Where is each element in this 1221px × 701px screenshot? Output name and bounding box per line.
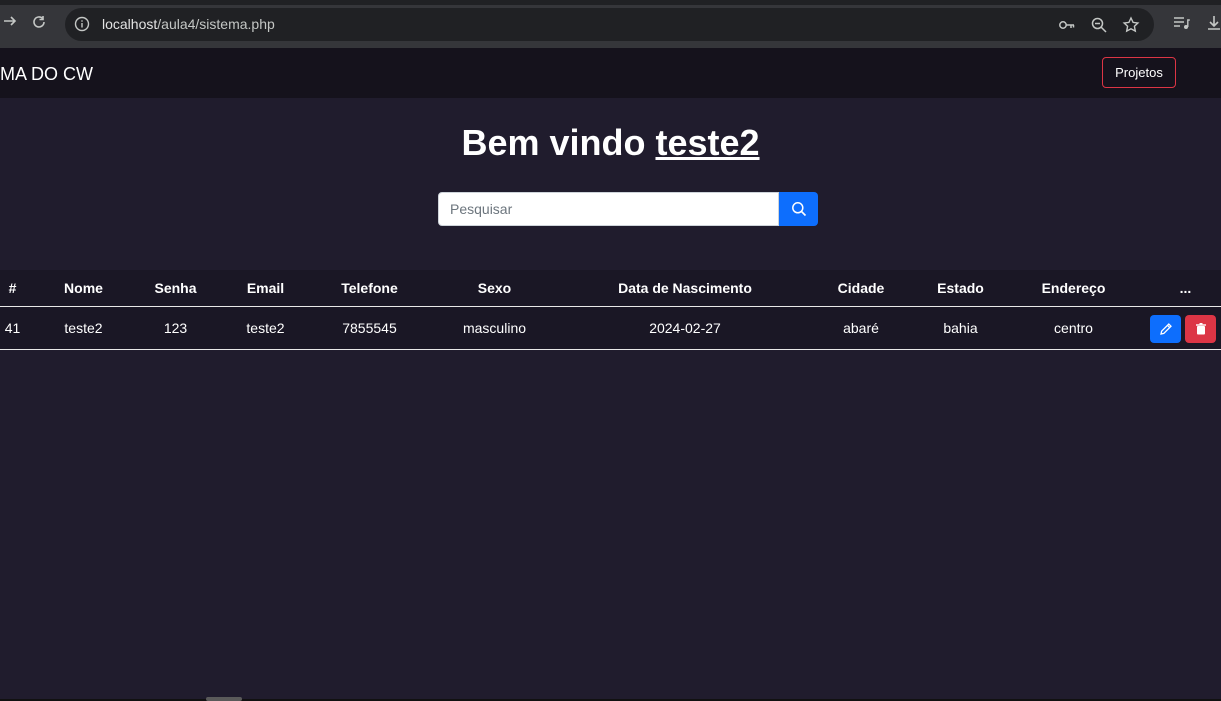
cell-estado: bahia [943,320,978,336]
cell-sexo: masculino [462,320,527,336]
site-info-icon[interactable] [74,16,90,32]
edit-button[interactable] [1150,315,1181,343]
header-email: Email [246,280,285,296]
cell-senha: 123 [163,320,188,336]
trash-icon [1194,322,1208,336]
table-row: 41 teste2 123 teste2 7855545 masculino 2… [0,307,1221,350]
header-actions: ... [1179,280,1192,296]
cell-cidade: abaré [843,320,879,336]
zoom-icon[interactable] [1090,16,1108,34]
download-icon[interactable] [1206,14,1221,34]
header-cidade: Cidade [837,280,885,296]
password-key-icon[interactable] [1058,16,1076,34]
reload-icon[interactable] [29,14,49,34]
cell-actions [1150,307,1221,350]
delete-button[interactable] [1185,315,1216,343]
header-id: # [8,280,17,296]
header-estado: Estado [937,280,984,296]
welcome-username: teste2 [655,122,760,163]
search-input[interactable] [438,192,779,226]
browser-toolbar: localhost/aula4/sistema.php [0,0,1221,48]
search-button[interactable] [779,192,818,226]
search-icon [791,201,807,217]
url-host: localhost [102,16,158,32]
header-telefone: Telefone [341,280,398,296]
cell-email: teste2 [246,320,285,336]
table-header-row: # Nome Senha Email Telefone Sexo Data de… [0,270,1221,307]
url-path: /aula4/sistema.php [157,16,275,32]
brand-title[interactable]: MA DO CW [0,64,93,85]
url-text: localhost/aula4/sistema.php [102,16,275,32]
tab-strip-edge [0,0,1221,5]
welcome-prefix: Bem vindo [461,122,656,163]
forward-icon[interactable] [0,14,20,34]
header-endereco: Endereço [1041,280,1106,296]
cell-telefone: 7855545 [342,320,397,336]
cell-id: 41 [4,320,21,336]
header-sexo: Sexo [477,280,512,296]
header-data-nascimento: Data de Nascimento [618,280,752,296]
pencil-icon [1159,322,1173,336]
users-table: # Nome Senha Email Telefone Sexo Data de… [0,270,1221,350]
projetos-button[interactable]: Projetos [1102,57,1176,88]
address-bar[interactable]: localhost/aula4/sistema.php [65,8,1154,41]
page-title: Bem vindo teste2 [0,122,1221,164]
horizontal-scrollbar-thumb[interactable] [206,697,242,701]
media-queue-icon[interactable] [1172,14,1192,34]
header-senha: Senha [154,280,197,296]
cell-endereco: centro [1054,320,1093,336]
header-nome: Nome [64,280,103,296]
cell-data-nascimento: 2024-02-27 [649,320,721,336]
cell-nome: teste2 [64,320,103,336]
bookmark-star-icon[interactable] [1122,16,1140,34]
site-navbar: MA DO CW Projetos [0,48,1221,98]
